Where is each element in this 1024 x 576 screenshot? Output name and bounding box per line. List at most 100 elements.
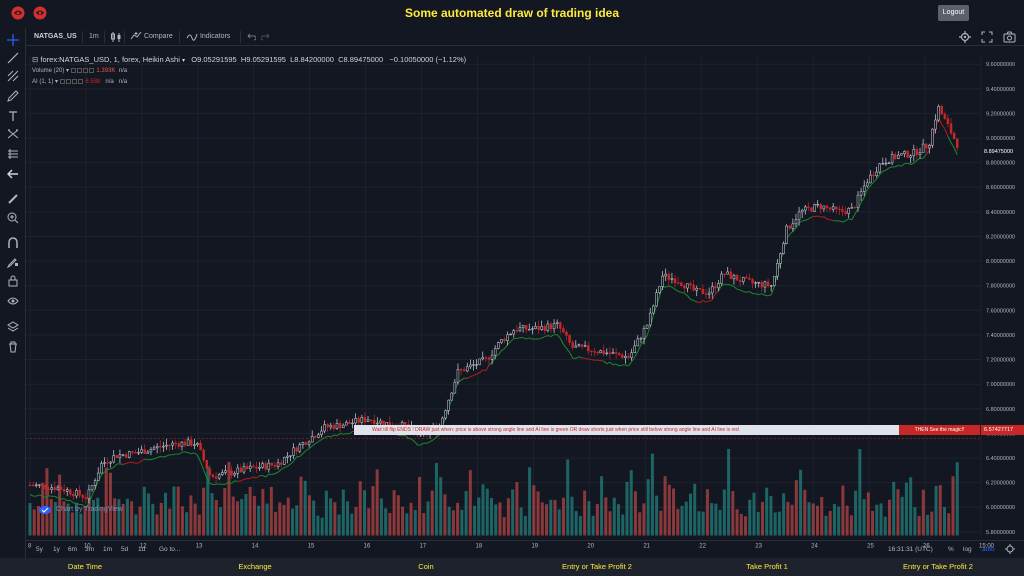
layers-icon[interactable] — [5, 319, 21, 335]
price-chart[interactable]: 9.60000000 9.40000000 9.20000000 9.00000000… — [26, 47, 1024, 557]
undo-icon[interactable] — [246, 31, 257, 43]
back-arrow-icon[interactable] — [5, 166, 21, 182]
settings-icon[interactable] — [65, 78, 71, 84]
trend-line-icon[interactable] — [5, 50, 21, 66]
ai-line-segment — [150, 458, 155, 461]
footer-coin[interactable]: Coin — [418, 562, 433, 571]
candle-type-icon[interactable] — [110, 31, 122, 43]
candle-body — [273, 464, 277, 467]
fib-icon[interactable] — [5, 68, 21, 84]
page-title: Some automated draw of trading idea — [404, 6, 620, 20]
candle-body — [872, 174, 875, 177]
ai-line-segment — [640, 340, 645, 345]
eye-icon[interactable] — [70, 67, 76, 73]
zoom-in-icon[interactable] — [5, 210, 21, 226]
goto-button[interactable]: Go to... — [159, 546, 180, 553]
candle-body — [236, 467, 240, 474]
trash-icon[interactable] — [5, 339, 21, 355]
fullscreen-icon[interactable] — [981, 31, 993, 43]
indicators-button[interactable]: Indicators — [186, 31, 230, 43]
more-icon[interactable] — [88, 67, 94, 73]
candle-body — [379, 420, 382, 424]
candle-body — [221, 472, 224, 475]
candle-body — [497, 342, 500, 349]
volume-bar — [147, 493, 151, 536]
eye-icon[interactable] — [59, 78, 65, 84]
drawing-toolbar — [0, 28, 26, 576]
footer-entry-tp2-b[interactable]: Entry or Take Profit 2 — [903, 562, 973, 571]
compare-button[interactable]: Compare — [130, 31, 173, 43]
volume-bar — [515, 482, 519, 536]
volume-bar — [875, 504, 879, 536]
collapse-icon[interactable]: ⊟ — [32, 55, 38, 64]
close-icon[interactable] — [71, 78, 77, 84]
crosshair-icon[interactable] — [5, 32, 21, 48]
magnet-icon[interactable] — [5, 235, 21, 251]
candle-body — [279, 462, 283, 465]
log-toggle[interactable]: log — [963, 546, 972, 553]
pencil-lock-icon[interactable] — [5, 254, 21, 270]
candle-body — [692, 284, 695, 291]
camera-icon[interactable] — [1003, 31, 1016, 43]
text-icon[interactable] — [5, 108, 21, 124]
symbol-search[interactable]: NATGAS_US — [34, 31, 77, 43]
range-6m[interactable]: 6m — [68, 546, 77, 553]
footer-exchange[interactable]: Exchange — [238, 562, 271, 571]
range-1y[interactable]: 1y — [53, 546, 60, 553]
settings-icon[interactable] — [959, 31, 971, 43]
range-5d[interactable]: 5d — [121, 546, 128, 553]
interval-select[interactable]: 1m — [89, 31, 99, 43]
pattern-icon[interactable] — [5, 126, 21, 142]
percent-toggle[interactable]: % — [948, 546, 954, 553]
candle-body — [453, 381, 457, 394]
candle-body — [292, 447, 295, 456]
volume-legend[interactable]: Volume (20) ▾ 1.393K n/a — [32, 67, 127, 74]
volume-bar — [202, 487, 206, 536]
range-1m[interactable]: 1m — [103, 546, 112, 553]
auto-toggle[interactable]: auto — [982, 546, 995, 553]
series-name[interactable]: forex:NATGAS_USD, 1, forex, Heikin Ashi — [40, 55, 180, 64]
logout-button[interactable]: Logout — [938, 5, 969, 21]
candle-body — [769, 285, 773, 287]
close-icon[interactable] — [82, 67, 88, 73]
ai-line-segment — [538, 337, 542, 340]
lock-icon[interactable] — [5, 273, 21, 289]
brush-icon[interactable] — [5, 88, 21, 104]
footer-tp1[interactable]: Take Profit 1 — [746, 562, 788, 571]
redo-icon[interactable] — [260, 31, 271, 43]
candle-body — [317, 434, 320, 438]
candle-body — [177, 443, 181, 447]
range-5y[interactable]: 5y — [36, 546, 43, 553]
chevron-down-icon[interactable]: ▾ — [182, 58, 185, 64]
tradingview-watermark[interactable]: Chart by TradingView — [38, 504, 123, 514]
settings-icon[interactable] — [1005, 544, 1015, 556]
settings-icon[interactable] — [76, 67, 82, 73]
footer-entry-tp2[interactable]: Entry or Take Profit 2 — [562, 562, 632, 571]
ai-line-segment — [256, 475, 260, 479]
candle-body — [866, 182, 869, 187]
candle-body — [825, 205, 829, 208]
candle-body — [307, 441, 311, 445]
range-1d[interactable]: 1d — [138, 546, 145, 553]
candle-body — [338, 422, 342, 429]
ai-legend[interactable]: AI (1, 1) ▾ 6.588 n/a n/a — [32, 78, 127, 85]
prediction-icon[interactable] — [5, 146, 21, 162]
range-3m[interactable]: 3m — [85, 546, 94, 553]
candle-body — [500, 339, 503, 343]
more-icon[interactable] — [77, 78, 83, 84]
volume-bar — [333, 502, 337, 536]
ai-line-segment — [758, 293, 762, 296]
ai-line-segment — [132, 461, 136, 464]
candle-body — [512, 330, 516, 335]
volume-bar — [841, 485, 845, 536]
candle-body — [332, 425, 336, 429]
ai-line-segment — [882, 169, 887, 172]
footer-date-time[interactable]: Date Time — [68, 562, 102, 571]
candle-body — [624, 355, 627, 359]
ai-line-segment — [885, 167, 890, 171]
ruler-icon[interactable] — [5, 191, 21, 207]
price-tick-label: 5.80000000 — [986, 530, 1015, 536]
candle-body — [462, 369, 466, 372]
eye-icon[interactable] — [5, 293, 21, 309]
ai-line-segment — [305, 448, 310, 451]
